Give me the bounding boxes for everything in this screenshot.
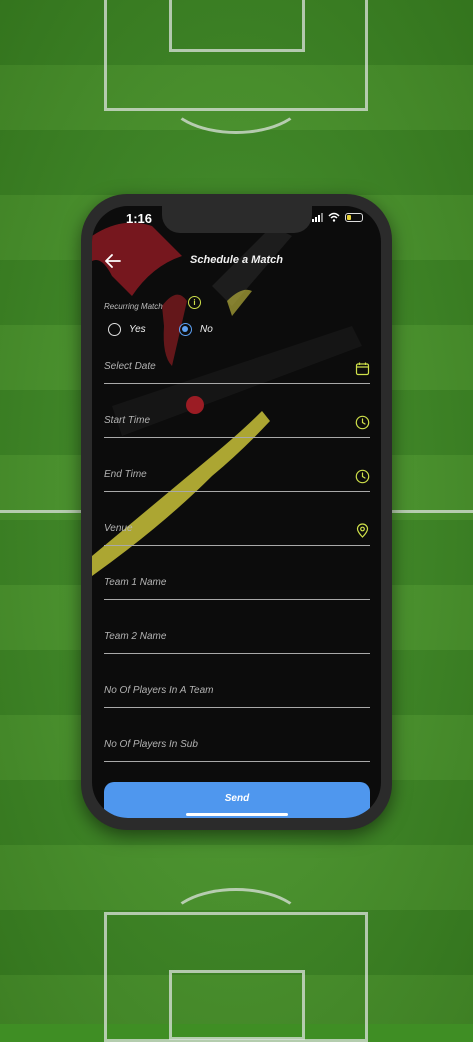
phone-frame: 1:16 Schedule a Match Recurring Match i … (81, 194, 392, 830)
recurring-no-radio[interactable]: No (179, 323, 213, 336)
app-header: Schedule a Match (92, 250, 381, 274)
battery-icon (345, 212, 363, 222)
status-icons (312, 212, 363, 222)
players-in-team-field[interactable]: No Of Players In A Team (104, 677, 370, 708)
venue-field[interactable]: Venue (104, 515, 370, 546)
radio-label-yes: Yes (129, 324, 146, 335)
team-2-name-field[interactable]: Team 2 Name (104, 623, 370, 654)
pitch-goal-area-top (169, 0, 305, 52)
wifi-icon (328, 212, 340, 222)
location-pin-icon[interactable] (355, 523, 370, 538)
pitch-penalty-arc-bottom (166, 888, 306, 962)
radio-circle-selected[interactable] (179, 323, 192, 336)
signal-icon (312, 212, 323, 222)
page-title: Schedule a Match (190, 254, 283, 266)
players-in-team-label: No Of Players In A Team (104, 685, 214, 696)
home-indicator (186, 813, 288, 816)
team-1-name-field[interactable]: Team 1 Name (104, 569, 370, 600)
pitch-goal-area-bottom (169, 970, 305, 1040)
recurring-match-label: Recurring Match (104, 302, 163, 311)
select-date-label: Select Date (104, 361, 156, 372)
team-2-name-label: Team 2 Name (104, 631, 167, 642)
background-artwork (92, 222, 362, 576)
pitch-penalty-arc-top (166, 60, 306, 134)
players-in-sub-field[interactable]: No Of Players In Sub (104, 731, 370, 762)
info-icon[interactable]: i (188, 296, 201, 309)
start-time-field[interactable]: Start Time (104, 407, 370, 438)
radio-circle[interactable] (108, 323, 121, 336)
recurring-yes-radio[interactable]: Yes (108, 323, 146, 336)
team-1-name-label: Team 1 Name (104, 577, 167, 588)
end-time-field[interactable]: End Time (104, 461, 370, 492)
end-time-label: End Time (104, 469, 147, 480)
radio-label-no: No (200, 324, 213, 335)
clock-icon[interactable] (355, 415, 370, 430)
select-date-field[interactable]: Select Date (104, 353, 370, 384)
clock-icon[interactable] (355, 469, 370, 484)
start-time-label: Start Time (104, 415, 151, 426)
phone-notch (162, 206, 312, 233)
calendar-icon[interactable] (355, 361, 370, 376)
phone-screen: 1:16 Schedule a Match Recurring Match i … (92, 206, 381, 818)
players-in-sub-label: No Of Players In Sub (104, 739, 198, 750)
venue-label: Venue (104, 523, 133, 534)
status-time: 1:16 (126, 211, 153, 226)
